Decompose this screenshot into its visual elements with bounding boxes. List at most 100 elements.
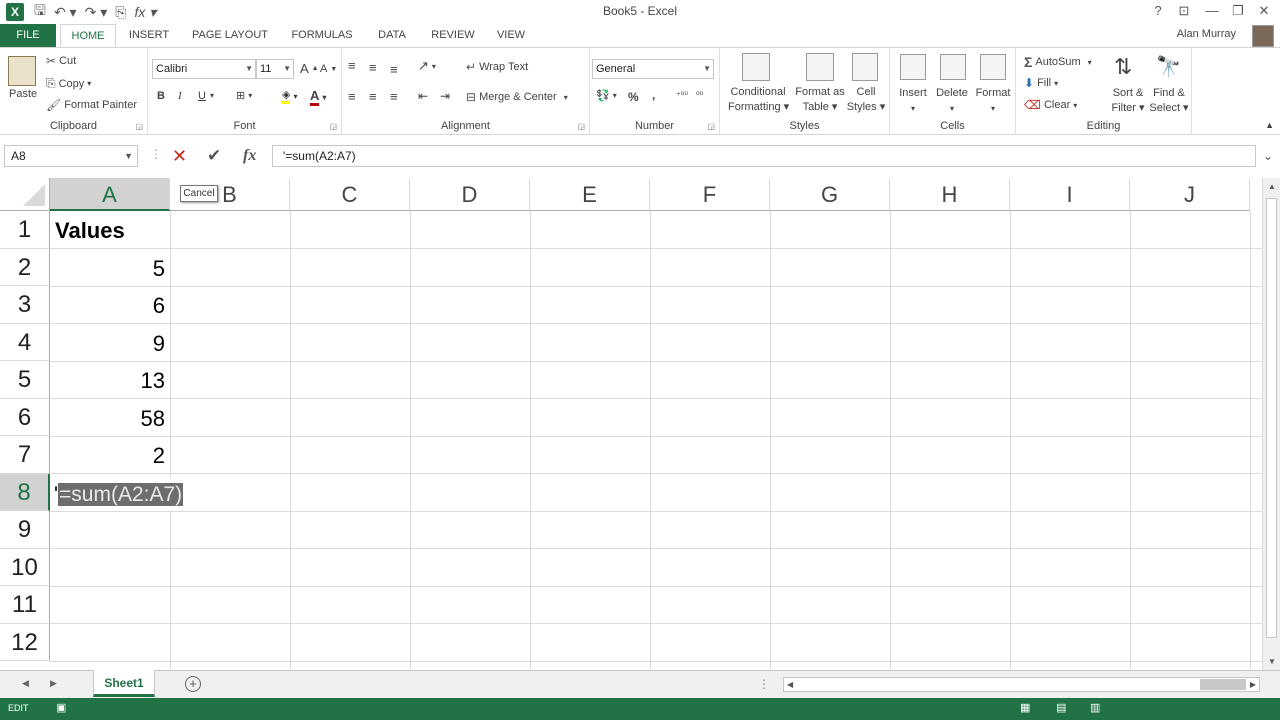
row-header-2[interactable]: 2 xyxy=(0,248,50,286)
ribbon-display-icon[interactable]: ⊡ xyxy=(1172,1,1196,21)
find-select-button[interactable]: Find & Select ▾ xyxy=(1148,86,1190,116)
underline-button[interactable]: U xyxy=(198,90,206,102)
cell-a3[interactable]: 6 xyxy=(50,287,170,324)
paste-button[interactable]: Paste xyxy=(9,88,37,100)
fill-color-icon[interactable]: ◈ ▾ xyxy=(282,88,297,104)
prev-sheet-icon[interactable]: ◀ xyxy=(22,678,29,689)
row-header-4[interactable]: 4 xyxy=(0,323,50,361)
maximize-icon[interactable]: ❐ xyxy=(1226,1,1250,21)
cell-a5[interactable]: 13 xyxy=(50,362,170,399)
tab-view[interactable]: VIEW xyxy=(492,24,530,47)
row-header-1[interactable]: 1 xyxy=(0,211,50,249)
bottom-align-icon[interactable]: ≡ xyxy=(390,62,398,77)
page-break-view-icon[interactable]: ▥ xyxy=(1090,701,1100,714)
decrease-decimal-icon[interactable]: ⁰⁰ xyxy=(696,90,703,101)
tab-split-handle-icon[interactable]: ⋮ xyxy=(758,677,770,691)
column-header-h[interactable]: H xyxy=(890,178,1010,211)
tab-formulas[interactable]: FORMULAS xyxy=(286,24,358,47)
top-align-icon[interactable]: ≡ xyxy=(348,58,356,73)
row-header-3[interactable]: 3 xyxy=(0,286,50,324)
tab-page-layout[interactable]: PAGE LAYOUT xyxy=(186,24,274,47)
formula-input[interactable]: '=sum(A2:A7) xyxy=(272,145,1256,167)
row-header-6[interactable]: 6 xyxy=(0,398,50,436)
sort-filter-button[interactable]: Sort & Filter ▾ xyxy=(1108,86,1148,116)
vertical-scrollbar[interactable]: ▲ ▼ xyxy=(1262,178,1280,670)
avatar[interactable] xyxy=(1252,25,1274,47)
enter-icon[interactable]: ✔ xyxy=(207,146,221,166)
scroll-right-icon[interactable]: ▶ xyxy=(1250,680,1256,689)
tab-review[interactable]: REVIEW xyxy=(426,24,480,47)
font-size-select[interactable]: 11 ▼ xyxy=(256,59,294,79)
column-header-c[interactable]: C xyxy=(290,178,410,211)
expand-formula-bar-icon[interactable]: ⌄ xyxy=(1258,145,1278,167)
column-header-i[interactable]: I xyxy=(1010,178,1130,211)
save-icon[interactable]: 🖫 xyxy=(34,0,46,24)
add-sheet-icon[interactable]: + xyxy=(185,676,201,692)
tab-file[interactable]: FILE xyxy=(0,24,56,47)
dialog-launcher-icon[interactable]: ◲ xyxy=(577,122,585,131)
conditional-formatting-button[interactable]: Conditional Formatting ▾ xyxy=(728,85,789,115)
align-center-icon[interactable]: ≡ xyxy=(369,89,377,104)
column-header-g[interactable]: G xyxy=(770,178,890,211)
cell-a4[interactable]: 9 xyxy=(50,325,170,362)
macro-record-icon[interactable]: ▣ xyxy=(56,701,66,714)
insert-function-icon[interactable]: fx xyxy=(243,145,256,167)
align-right-icon[interactable]: ≡ xyxy=(390,89,398,104)
dialog-launcher-icon[interactable]: ◲ xyxy=(135,122,143,131)
row-header-10[interactable]: 10 xyxy=(0,548,50,586)
column-header-e[interactable]: E xyxy=(530,178,650,211)
row-header-12[interactable]: 12 xyxy=(0,623,50,661)
font-name-select[interactable]: Calibri ▼ xyxy=(152,59,256,79)
middle-align-icon[interactable]: ≡ xyxy=(369,60,377,75)
undo-icon[interactable]: ↶ ▾ xyxy=(54,4,77,21)
scroll-up-icon[interactable]: ▲ xyxy=(1268,182,1276,191)
horizontal-scroll-thumb[interactable] xyxy=(1200,679,1246,690)
column-header-a[interactable]: A xyxy=(50,178,170,211)
font-color-icon[interactable]: A ▾ xyxy=(310,88,326,106)
chevron-down-icon[interactable]: ▾ xyxy=(210,91,214,100)
insert-cells-button[interactable]: Insert ▾ xyxy=(898,86,928,116)
clear-button[interactable]: ⌫ Clear ▾ xyxy=(1024,98,1077,112)
italic-button[interactable]: I xyxy=(178,90,182,102)
page-layout-view-icon[interactable]: ▤ xyxy=(1056,701,1066,714)
increase-indent-icon[interactable]: ⇥ xyxy=(440,89,450,103)
percent-icon[interactable]: % xyxy=(628,90,639,104)
function-icon[interactable]: fx ▾ xyxy=(134,4,156,21)
name-box[interactable]: A8 ▼ xyxy=(4,145,138,167)
close-icon[interactable]: ✕ xyxy=(1252,1,1276,21)
sheet-tab-sheet1[interactable]: Sheet1 xyxy=(93,670,155,697)
copy-button[interactable]: ⎘ Copy ▾ xyxy=(46,76,91,91)
column-header-f[interactable]: F xyxy=(650,178,770,211)
collapse-ribbon-icon[interactable]: ▲ xyxy=(1265,120,1274,130)
accounting-format-icon[interactable]: 💱 ▾ xyxy=(596,89,617,102)
row-header-11[interactable]: 11 xyxy=(0,586,50,624)
increase-decimal-icon[interactable]: ⁺⁰⁰ xyxy=(676,90,688,101)
cut-button[interactable]: ✂ Cut xyxy=(46,54,76,68)
wrap-text-button[interactable]: ↵ Wrap Text xyxy=(466,60,528,74)
delete-cells-button[interactable]: Delete ▾ xyxy=(934,86,970,116)
cancel-icon[interactable]: ✕ xyxy=(172,146,187,166)
autosum-button[interactable]: Σ AutoSum ▾ xyxy=(1024,54,1092,70)
paste-icon[interactable] xyxy=(8,56,36,86)
cell-a1[interactable]: Values xyxy=(50,212,170,249)
orientation-icon[interactable]: ↗ ▾ xyxy=(418,58,436,74)
format-painter-button[interactable]: 🖌 Format Painter xyxy=(46,98,137,112)
row-header-5[interactable]: 5 xyxy=(0,361,50,399)
minimize-icon[interactable]: — xyxy=(1200,1,1224,21)
tab-home[interactable]: HOME xyxy=(60,24,116,47)
horizontal-scrollbar[interactable]: ◀ ▶ xyxy=(783,677,1260,692)
shrink-font-button[interactable]: A ▼ xyxy=(320,63,337,75)
fill-button[interactable]: ⬇ Fill ▾ xyxy=(1024,76,1058,90)
drag-handle-icon[interactable]: ⋮ xyxy=(150,147,162,161)
format-cells-button[interactable]: Format ▾ xyxy=(974,86,1012,116)
cell-a8-editor[interactable]: '=sum(A2:A7) xyxy=(51,478,203,511)
align-left-icon[interactable]: ≡ xyxy=(348,89,356,104)
tab-insert[interactable]: INSERT xyxy=(122,24,176,47)
borders-icon[interactable]: ⊞ ▾ xyxy=(236,89,252,102)
row-header-9[interactable]: 9 xyxy=(0,511,50,549)
decrease-indent-icon[interactable]: ⇤ xyxy=(418,89,428,103)
column-header-d[interactable]: D xyxy=(410,178,530,211)
worksheet-grid[interactable]: A B C D E F G H I J 1 2 3 4 5 6 7 8 9 10… xyxy=(0,178,1262,670)
cell-a2[interactable]: 5 xyxy=(50,250,170,287)
merge-center-button[interactable]: ⊟ Merge & Center ▾ xyxy=(466,90,568,104)
